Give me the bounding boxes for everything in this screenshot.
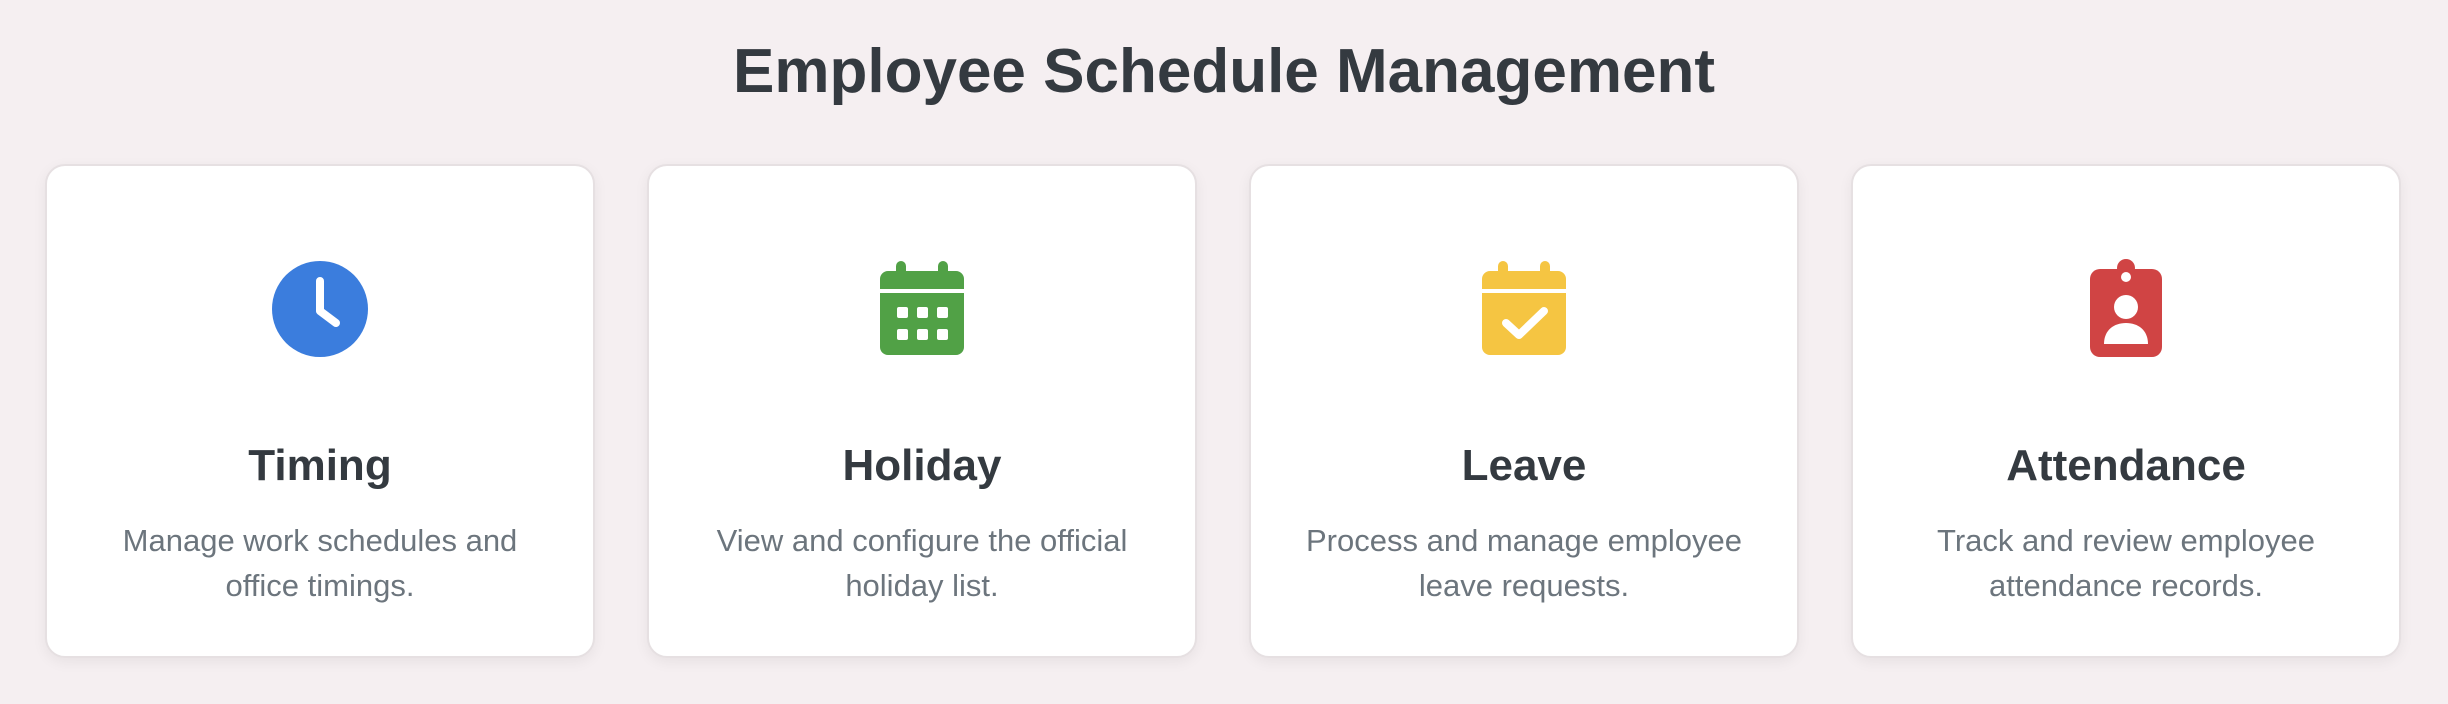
card-title: Timing <box>248 441 392 490</box>
card-description: View and configure the official holiday … <box>716 523 1128 603</box>
calendar-grid-icon <box>867 254 977 364</box>
calendar-check-icon <box>1469 254 1579 364</box>
holiday-card[interactable]: Holiday View and configure the official … <box>647 164 1197 658</box>
page-title: Employee Schedule Management <box>733 37 1715 106</box>
card-title: Attendance <box>2006 441 2246 490</box>
card-title: Leave <box>1461 441 1587 490</box>
card-description: Track and review employee attendance rec… <box>1937 523 2315 603</box>
page: Employee Schedule Management Timing Mana… <box>0 0 2448 704</box>
card-description: Process and manage employee leave reques… <box>1306 523 1742 603</box>
id-badge-icon <box>2071 254 2181 364</box>
card-grid: Timing Manage work schedules and office … <box>45 164 2403 658</box>
clock-icon <box>265 254 375 364</box>
attendance-card[interactable]: Attendance Track and review employee att… <box>1851 164 2401 658</box>
timing-card[interactable]: Timing Manage work schedules and office … <box>45 164 595 658</box>
card-title: Holiday <box>842 441 1002 490</box>
leave-card[interactable]: Leave Process and manage employee leave … <box>1249 164 1799 658</box>
card-description: Manage work schedules and office timings… <box>122 523 518 603</box>
